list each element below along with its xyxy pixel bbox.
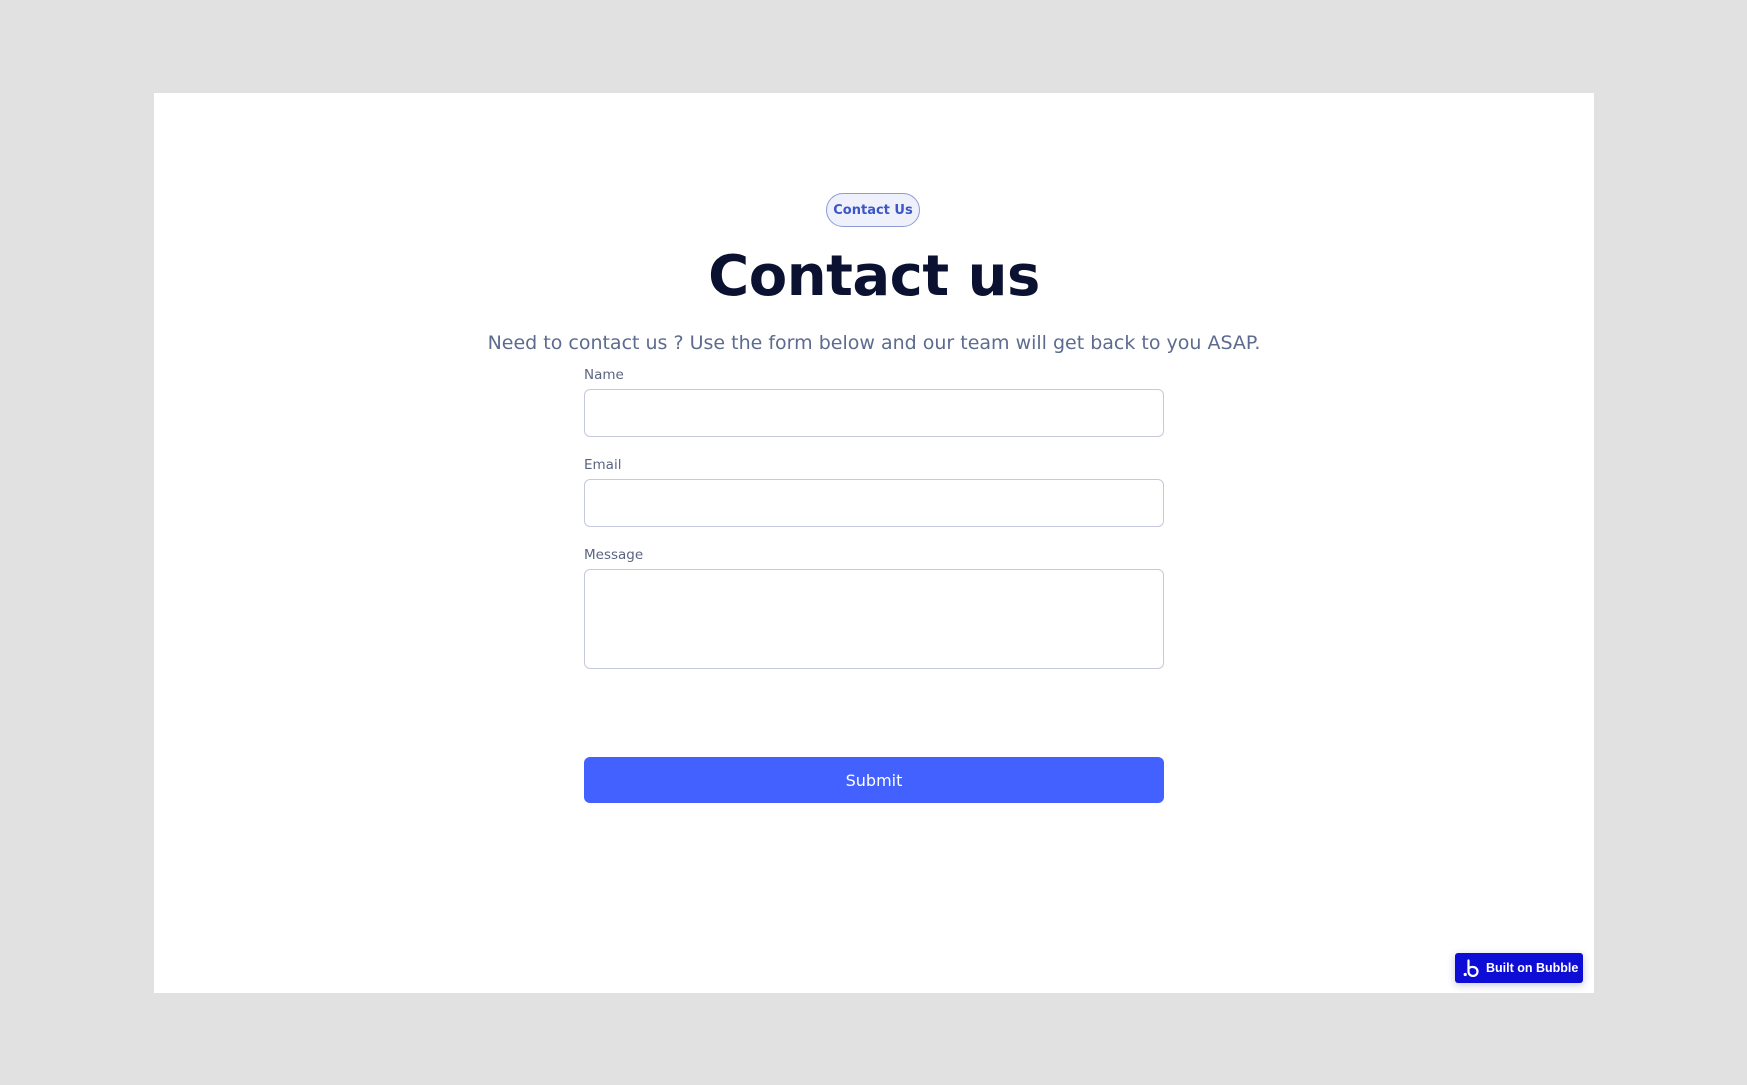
submit-button[interactable]: Submit: [584, 757, 1164, 803]
name-label: Name: [584, 367, 624, 383]
bubble-logo-icon: [1463, 959, 1479, 977]
badge-label: Built on Bubble: [1486, 961, 1579, 975]
email-label: Email: [584, 457, 622, 473]
name-field[interactable]: [584, 389, 1164, 437]
email-field[interactable]: [584, 479, 1164, 527]
message-label: Message: [584, 547, 644, 563]
page-title: Contact us: [708, 244, 1040, 309]
message-field[interactable]: [584, 569, 1164, 669]
built-on-bubble-badge[interactable]: Built on Bubble: [1455, 953, 1583, 983]
page-subtitle: Need to contact us ? Use the form below …: [487, 332, 1261, 354]
contact-card: Contact Us Contact us Need to contact us…: [154, 93, 1594, 993]
section-tag: Contact Us: [826, 193, 920, 227]
